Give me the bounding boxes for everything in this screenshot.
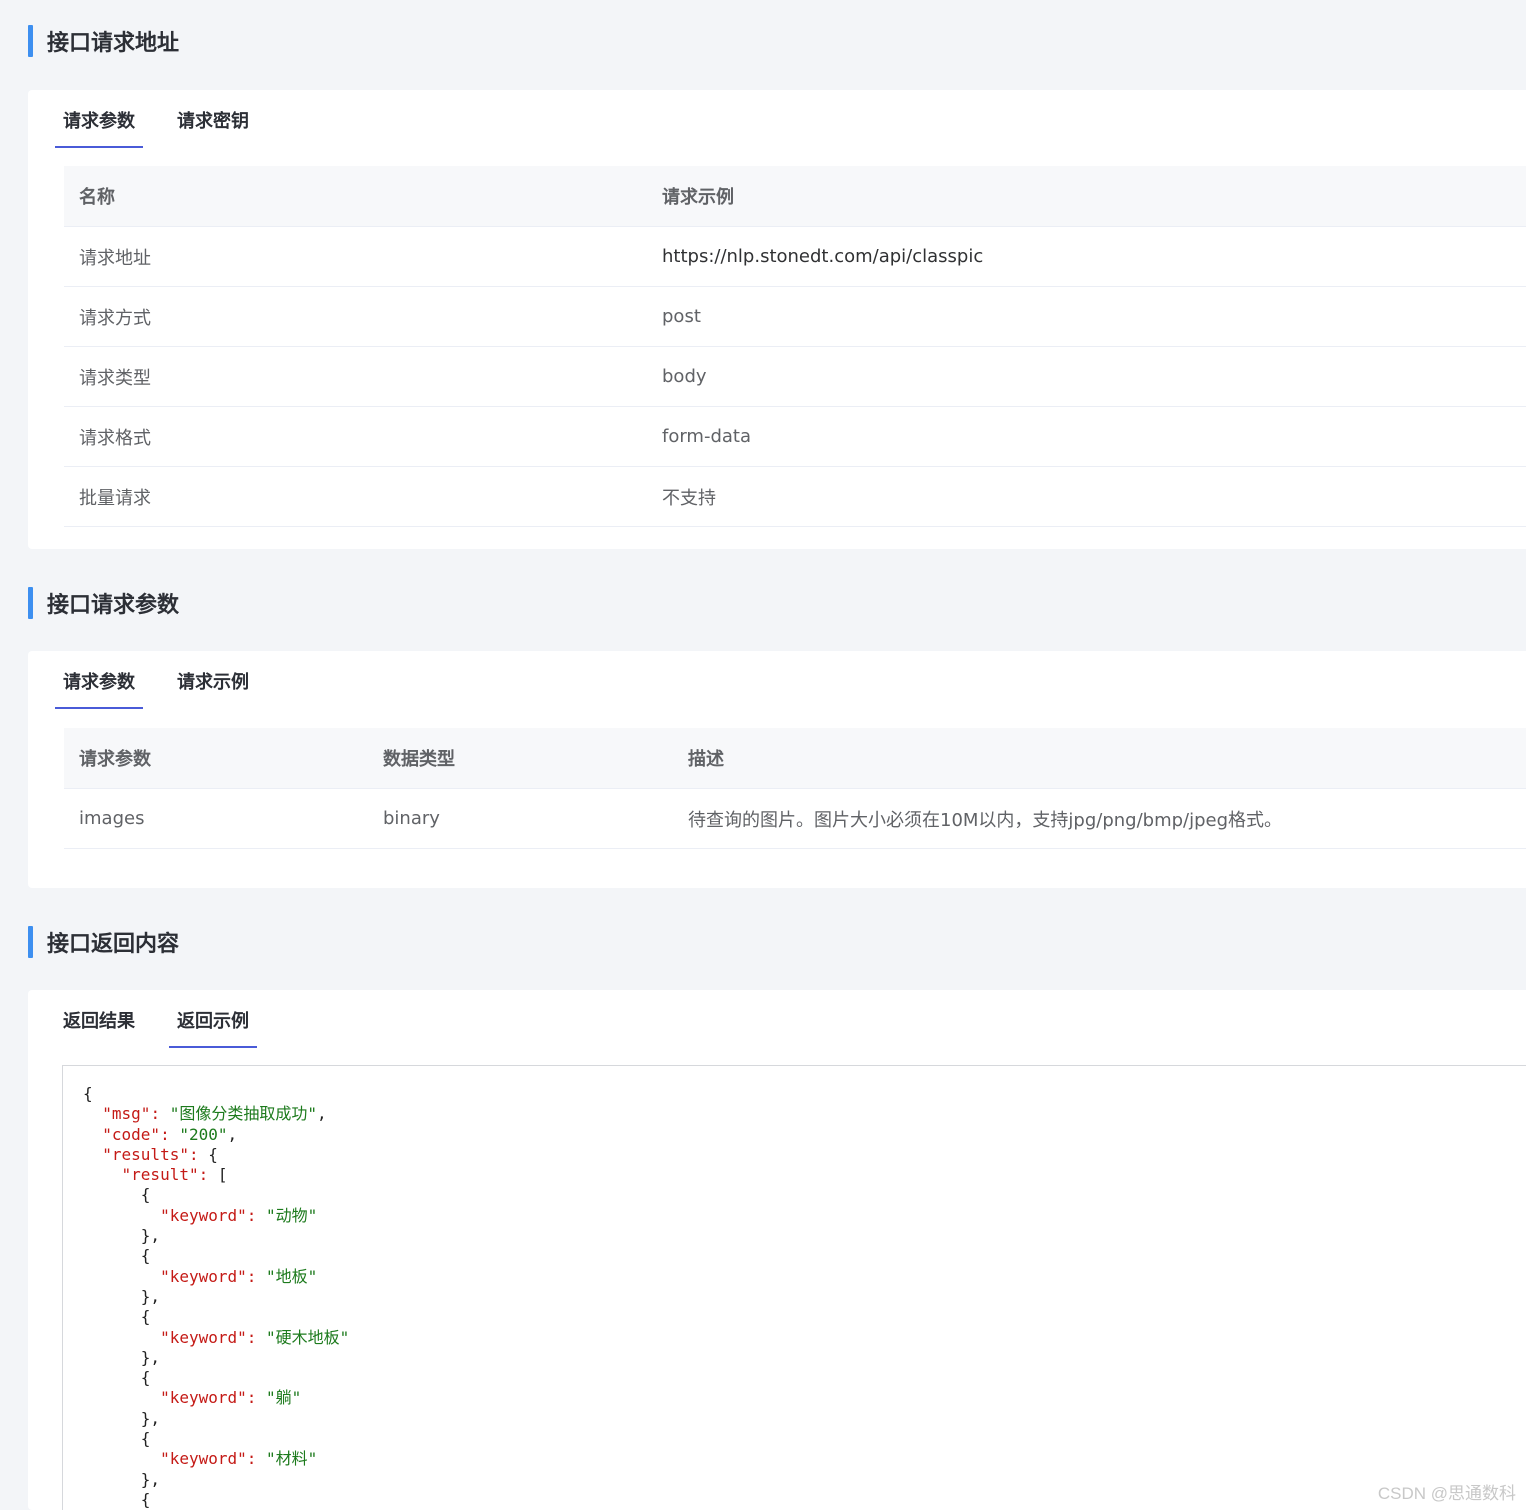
request-params-table: 请求参数 数据类型 描述 images binary 待查询的图片。图片大小必须…	[64, 728, 1526, 849]
tab-label: 请求参数	[63, 111, 135, 132]
tab-request-params[interactable]: 请求参数	[55, 669, 143, 709]
column-header-param: 请求参数	[79, 749, 151, 770]
response-example-code[interactable]: { "msg": "图像分类抽取成功", "code": "200", "res…	[62, 1065, 1526, 1510]
row-value: body	[662, 366, 707, 387]
tab-bar: 请求参数 请求示例	[55, 669, 283, 709]
active-tab-indicator	[55, 707, 143, 709]
active-tab-indicator	[55, 146, 143, 148]
tab-request-params[interactable]: 请求参数	[55, 108, 143, 148]
table-header-row: 名称 请求示例	[64, 166, 1526, 227]
request-address-table: 名称 请求示例 请求地址 https://nlp.stonedt.com/api…	[64, 166, 1526, 527]
section-accent-bar	[28, 926, 33, 958]
table-row: 请求方式 post	[64, 287, 1526, 347]
row-value: post	[662, 306, 701, 327]
table-row: 批量请求 不支持	[64, 467, 1526, 527]
tab-label: 请求参数	[63, 672, 135, 693]
section-title-text: 接口请求地址	[47, 31, 180, 56]
section-title-text: 接口请求参数	[47, 593, 180, 618]
row-value: form-data	[662, 426, 752, 447]
param-type: binary	[383, 808, 440, 829]
json-code-block: { "msg": "图像分类抽取成功", "code": "200", "res…	[83, 1084, 350, 1509]
section-accent-bar	[28, 587, 33, 619]
table-row: 请求格式 form-data	[64, 407, 1526, 467]
section-title-text: 接口返回内容	[47, 932, 180, 957]
tab-label: 请求示例	[177, 672, 249, 693]
table-row: 请求类型 body	[64, 347, 1526, 407]
table-row: 请求地址 https://nlp.stonedt.com/api/classpi…	[64, 227, 1526, 287]
tab-request-example[interactable]: 请求示例	[169, 669, 257, 709]
tab-label: 返回示例	[177, 1011, 249, 1032]
section-title-request-address: 接口请求地址	[28, 24, 179, 58]
column-header-name: 名称	[79, 187, 115, 208]
tab-response-result[interactable]: 返回结果	[55, 1008, 143, 1048]
row-name: 请求地址	[79, 247, 151, 269]
param-description: 待查询的图片。图片大小必须在10M以内，支持jpg/png/bmp/jpeg格式…	[688, 809, 1283, 831]
request-params-card: 请求参数 请求示例 请求参数 数据类型 描述 images binary 待查询…	[28, 651, 1526, 888]
active-tab-indicator	[169, 1046, 257, 1048]
tab-response-example[interactable]: 返回示例	[169, 1008, 257, 1048]
row-value: https://nlp.stonedt.com/api/classpic	[662, 246, 984, 267]
tab-label: 返回结果	[63, 1011, 135, 1032]
tab-bar: 请求参数 请求密钥	[55, 108, 283, 148]
column-header-type: 数据类型	[383, 749, 455, 770]
tab-label: 请求密钥	[177, 111, 249, 132]
tab-bar: 返回结果 返回示例	[55, 1008, 283, 1048]
section-accent-bar	[28, 25, 33, 57]
row-name: 批量请求	[79, 487, 151, 509]
section-title-response: 接口返回内容	[28, 925, 179, 959]
row-name: 请求方式	[79, 307, 151, 329]
column-header-description: 描述	[688, 749, 724, 770]
row-name: 请求格式	[79, 427, 151, 449]
watermark: CSDN @思通数科	[1377, 1484, 1516, 1503]
row-name: 请求类型	[79, 367, 151, 389]
tab-request-key[interactable]: 请求密钥	[169, 108, 257, 148]
column-header-example: 请求示例	[662, 187, 734, 208]
response-card: 返回结果 返回示例 { "msg": "图像分类抽取成功", "code": "…	[28, 990, 1526, 1510]
section-title-request-params: 接口请求参数	[28, 586, 179, 620]
param-name: images	[79, 808, 145, 829]
table-row: images binary 待查询的图片。图片大小必须在10M以内，支持jpg/…	[64, 789, 1526, 849]
row-value: 不支持	[662, 487, 716, 509]
table-header-row: 请求参数 数据类型 描述	[64, 728, 1526, 789]
request-address-card: 请求参数 请求密钥 名称 请求示例 请求地址 https://nlp.stone…	[28, 90, 1526, 549]
